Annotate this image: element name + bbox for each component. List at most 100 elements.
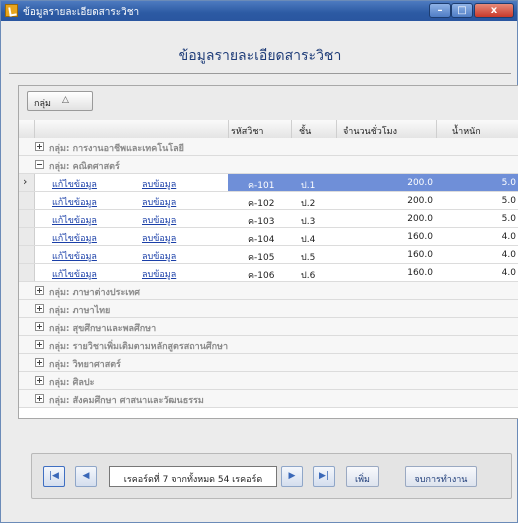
expand-icon[interactable] [35,142,44,151]
group-label: กลุ่ม: การงานอาชีพและเทคโนโลยี [49,144,184,154]
group-row[interactable]: กลุ่ม: รายวิชาเพิ่มเติมตามหลักสูตรสถานศึ… [19,336,518,354]
group-label: กลุ่ม: รายวิชาเพิ่มเติมตามหลักสูตรสถานศึ… [49,342,228,352]
group-row[interactable]: กลุ่ม: ศิลปะ [19,372,518,390]
record-position-field[interactable]: เรคอร์ดที่ 7 จากทั้งหมด 54 เรคอร์ด [109,466,277,487]
add-button[interactable]: เพิ่ม [346,466,379,487]
code-cell: ค-102 [248,199,275,209]
record-position-text: เรคอร์ดที่ 7 จากทั้งหมด 54 เรคอร์ด [123,475,263,485]
expand-icon[interactable] [35,322,44,331]
maximize-button[interactable]: □ [451,3,473,18]
level-cell: ป.2 [301,199,316,209]
header-separator [291,120,292,138]
weight-cell: 4.0 [501,250,516,260]
subject-grid[interactable]: กลุ่ม △ รหัสวิชา ชั้น จำนวนชั่วโมง น้ำหน… [18,85,518,419]
row-indicator [19,246,35,263]
end-session-label: จบการทำงาน [414,475,468,485]
prev-record-button[interactable]: ◀ [75,466,97,487]
close-button[interactable]: x [474,3,514,18]
edit-link[interactable]: แก้ไขข้อมูล [52,177,97,191]
edit-link[interactable]: แก้ไขข้อมูล [52,267,97,281]
group-row[interactable]: กลุ่ม: สุขศึกษาและพลศึกษา [19,318,518,336]
edit-link[interactable]: แก้ไขข้อมูล [52,213,97,227]
hours-cell: 160.0 [407,268,433,278]
first-record-icon: |◀ [49,471,59,481]
expand-icon[interactable] [35,358,44,367]
title-bar[interactable]: ข้อมูลรายละเอียดสาระวิชา – □ x [1,1,517,21]
hours-cell: 160.0 [407,250,433,260]
table-row[interactable]: แก้ไขข้อมูล ลบข้อมูล ค-103 ป.3 200.0 5.0 [19,210,518,228]
grid-header: รหัสวิชา ชั้น จำนวนชั่วโมง น้ำหนัก [19,120,518,139]
collapse-icon[interactable] [35,160,44,169]
expand-icon[interactable] [35,286,44,295]
hours-cell: 160.0 [407,232,433,242]
table-row[interactable]: แก้ไขข้อมูล ลบข้อมูล ค-102 ป.2 200.0 5.0 [19,192,518,210]
code-cell: ค-104 [248,235,275,245]
close-icon: x [490,5,498,16]
header-level[interactable]: ชั้น [299,124,311,138]
page-title: ข้อมูลรายละเอียดสาระวิชา [178,48,342,64]
edit-link[interactable]: แก้ไขข้อมูล [52,249,97,263]
row-indicator [19,192,35,209]
window-title: ข้อมูลรายละเอียดสาระวิชา [23,7,140,18]
delete-link[interactable]: ลบข้อมูล [142,213,176,227]
sort-asc-icon: △ [62,95,69,105]
group-by-chip[interactable]: กลุ่ม △ [27,91,93,111]
group-label: กลุ่ม: สุขศึกษาและพลศึกษา [49,324,157,334]
group-label: กลุ่ม: ภาษาต่างประเทศ [49,288,140,298]
level-cell: ป.6 [301,271,316,281]
delete-link[interactable]: ลบข้อมูล [142,267,176,281]
group-row[interactable]: กลุ่ม: ภาษาไทย [19,300,518,318]
table-row[interactable]: แก้ไขข้อมูล ลบข้อมูล ค-101 ป.1 200.0 5.0 [19,174,518,192]
group-label: กลุ่ม: สังคมศึกษา ศาสนาและวัฒนธรรม [49,396,204,406]
minimize-icon: – [437,5,443,16]
expand-icon[interactable] [35,340,44,349]
record-navigator: |◀ ◀ เรคอร์ดที่ 7 จากทั้งหมด 54 เรคอร์ด … [31,453,512,499]
last-record-button[interactable]: ▶| [313,466,335,487]
table-row[interactable]: แก้ไขข้อมูล ลบข้อมูล ค-106 ป.6 160.0 4.0 [19,264,518,282]
group-by-label: กลุ่ม [34,99,51,109]
group-row[interactable]: กลุ่ม: คณิตศาสตร์ [19,156,518,174]
expand-icon[interactable] [35,304,44,313]
app-window: ข้อมูลรายละเอียดสาระวิชา – □ x ข้อมูลราย… [0,0,518,523]
group-label: กลุ่ม: คณิตศาสตร์ [49,162,120,172]
group-label: กลุ่ม: ศิลปะ [49,378,95,388]
delete-link[interactable]: ลบข้อมูล [142,249,176,263]
table-row[interactable]: แก้ไขข้อมูล ลบข้อมูล ค-105 ป.5 160.0 4.0 [19,246,518,264]
header-weight[interactable]: น้ำหนัก [452,124,481,138]
first-record-button[interactable]: |◀ [43,466,65,487]
hours-cell: 200.0 [407,214,433,224]
delete-link[interactable]: ลบข้อมูล [142,177,176,191]
header-code[interactable]: รหัสวิชา [231,124,263,138]
table-row[interactable]: แก้ไขข้อมูล ลบข้อมูล ค-104 ป.4 160.0 4.0 [19,228,518,246]
header-hours[interactable]: จำนวนชั่วโมง [343,124,397,138]
edit-link[interactable]: แก้ไขข้อมูล [52,231,97,245]
next-record-button[interactable]: ▶ [281,466,303,487]
group-row[interactable]: กลุ่ม: วิทยาศาสตร์ [19,354,518,372]
end-session-button[interactable]: จบการทำงาน [405,466,477,487]
row-indicator [19,210,35,227]
header-separator [436,120,437,138]
delete-link[interactable]: ลบข้อมูล [142,195,176,209]
level-cell: ป.1 [301,181,316,191]
last-record-icon: ▶| [319,471,329,481]
group-row[interactable]: กลุ่ม: ภาษาต่างประเทศ [19,282,518,300]
code-cell: ค-101 [248,181,275,191]
header-separator [34,120,35,138]
group-row[interactable]: กลุ่ม: สังคมศึกษา ศาสนาและวัฒนธรรม [19,390,518,408]
group-label: กลุ่ม: วิทยาศาสตร์ [49,360,121,370]
expand-icon[interactable] [35,394,44,403]
hours-cell: 200.0 [407,178,433,188]
group-row[interactable]: กลุ่ม: การงานอาชีพและเทคโนโลยี [19,138,518,156]
expand-icon[interactable] [35,376,44,385]
weight-cell: 5.0 [501,214,516,224]
delete-link[interactable]: ลบข้อมูล [142,231,176,245]
edit-link[interactable]: แก้ไขข้อมูล [52,195,97,209]
level-cell: ป.3 [301,217,316,227]
weight-cell: 5.0 [501,178,516,188]
level-cell: ป.4 [301,235,316,245]
add-button-label: เพิ่ม [355,475,370,485]
group-label: กลุ่ม: ภาษาไทย [49,306,111,316]
row-indicator [19,264,35,281]
minimize-button[interactable]: – [429,3,451,18]
group-by-panel: กลุ่ม △ [19,86,518,121]
